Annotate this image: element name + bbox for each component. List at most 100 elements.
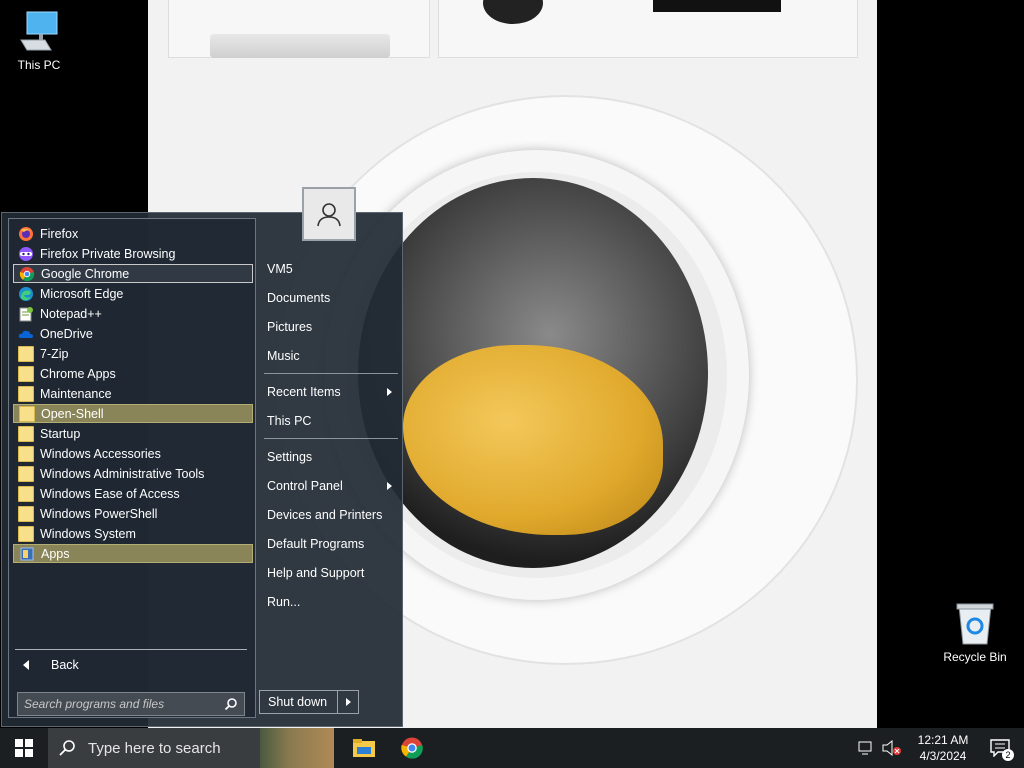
back-arrow-icon (23, 659, 29, 670)
program-notepadpp[interactable]: Notepad++ (13, 304, 253, 323)
program-label: Windows Accessories (40, 446, 161, 461)
program-label: Open-Shell (41, 406, 104, 421)
desktop-icon-label: This PC (17, 58, 61, 72)
program-7-zip[interactable]: 7-Zip (13, 344, 253, 363)
program-label: Apps (41, 546, 70, 561)
program-startup[interactable]: Startup (13, 424, 253, 443)
menu-item-default-programs[interactable]: Default Programs (264, 533, 400, 555)
desktop-icon-recycle-bin[interactable]: Recycle Bin (940, 602, 1010, 664)
chrome-icon (401, 737, 423, 759)
program-label: Maintenance (40, 386, 112, 401)
menu-item-label: Devices and Printers (267, 508, 383, 522)
program-label: Microsoft Edge (40, 286, 124, 301)
taskbar-chrome[interactable] (388, 728, 436, 768)
program-windows-system[interactable]: Windows System (13, 524, 253, 543)
notification-badge: 2 (1002, 749, 1014, 761)
firefox-private-icon (18, 246, 34, 262)
program-chrome-apps[interactable]: Chrome Apps (13, 364, 253, 383)
program-windows-ease-of-access[interactable]: Windows Ease of Access (13, 484, 253, 503)
program-google-chrome[interactable]: Google Chrome (13, 264, 253, 283)
folder-icon (19, 405, 35, 422)
submenu-arrow-icon (387, 482, 392, 490)
menu-item-music[interactable]: Music (264, 345, 400, 367)
chrome-icon (19, 266, 35, 282)
program-windows-administrative-tools[interactable]: Windows Administrative Tools (13, 464, 253, 483)
submenu-arrow-icon (387, 388, 392, 396)
taskbar-search-box[interactable]: Type here to search (48, 728, 334, 768)
menu-item-pictures[interactable]: Pictures (264, 316, 400, 338)
program-label: Startup (40, 426, 81, 441)
notification-center-button[interactable]: 2 (976, 728, 1024, 768)
folder-icon (18, 345, 34, 362)
menu-item-label: This PC (267, 414, 312, 428)
menu-item-help-and-support[interactable]: Help and Support (264, 562, 400, 584)
menu-item-label: Help and Support (267, 566, 365, 580)
system-tray: 12:21 AM 4/3/2024 2 (858, 728, 1024, 768)
firefox-icon (18, 226, 34, 242)
volume-muted-icon[interactable] (882, 740, 902, 756)
taskbar-search-text: Type here to search (88, 739, 221, 757)
folder-icon (18, 525, 34, 542)
search-icon[interactable] (224, 697, 238, 711)
menu-item-settings[interactable]: Settings (264, 446, 400, 468)
program-apps[interactable]: Apps (13, 544, 253, 563)
windows-logo-icon (15, 739, 33, 757)
program-onedrive[interactable]: OneDrive (13, 324, 253, 343)
menu-item-label: VM5 (267, 262, 293, 276)
user-avatar[interactable] (302, 187, 356, 241)
program-maintenance[interactable]: Maintenance (13, 384, 253, 403)
menu-item-label: Run... (267, 595, 301, 609)
menu-item-vm5[interactable]: VM5 (264, 258, 400, 280)
folder-icon (18, 505, 34, 522)
menu-separator (264, 438, 398, 439)
shutdown-options-button[interactable] (338, 691, 358, 713)
menu-item-label: Pictures (267, 320, 313, 334)
edge-icon (18, 286, 34, 302)
program-firefox-private-browsing[interactable]: Firefox Private Browsing (13, 244, 253, 263)
program-windows-accessories[interactable]: Windows Accessories (13, 444, 253, 463)
search-icon (59, 740, 75, 756)
taskbar: Type here to search 12:21 AM 4/3/2024 2 (0, 728, 1024, 768)
start-menu: Firefox Firefox Private Browsing Google … (1, 187, 403, 727)
start-button[interactable] (0, 728, 48, 768)
back-label: Back (51, 657, 79, 672)
program-windows-powershell[interactable]: Windows PowerShell (13, 504, 253, 523)
apps-icon (19, 546, 35, 562)
program-label: Windows Ease of Access (40, 486, 180, 501)
menu-item-documents[interactable]: Documents (264, 287, 400, 309)
menu-item-run[interactable]: Run... (264, 591, 400, 613)
program-label: OneDrive (40, 326, 93, 341)
menu-item-devices-and-printers[interactable]: Devices and Printers (264, 504, 400, 526)
search-highlight-image (260, 728, 334, 768)
desktop-icon-this-pc[interactable]: This PC (4, 10, 74, 72)
chevron-right-icon (345, 698, 351, 706)
desktop-icon-label: Recycle Bin (943, 650, 1007, 664)
program-microsoft-edge[interactable]: Microsoft Edge (13, 284, 253, 303)
back-button[interactable]: Back (15, 649, 247, 679)
program-label: Google Chrome (41, 266, 130, 281)
folder-icon (18, 385, 34, 402)
menu-item-label: Default Programs (267, 537, 365, 551)
program-label: 7-Zip (40, 346, 69, 361)
start-search-box (17, 692, 245, 716)
menu-item-control-panel[interactable]: Control Panel (264, 475, 400, 497)
start-search-input[interactable] (24, 697, 224, 711)
folder-icon (18, 485, 34, 502)
taskbar-clock[interactable]: 12:21 AM 4/3/2024 (910, 732, 976, 764)
program-label: Windows System (40, 526, 136, 541)
menu-item-recent-items[interactable]: Recent Items (264, 381, 400, 403)
program-label: Windows PowerShell (40, 506, 158, 521)
menu-item-this-pc[interactable]: This PC (264, 410, 400, 432)
program-open-shell[interactable]: Open-Shell (13, 404, 253, 423)
program-firefox[interactable]: Firefox (13, 224, 253, 243)
network-icon[interactable] (858, 741, 874, 755)
menu-item-label: Music (267, 349, 300, 363)
shutdown-button[interactable]: Shut down (260, 691, 338, 713)
program-label: Chrome Apps (40, 366, 116, 381)
program-label: Firefox (40, 226, 79, 241)
menu-item-label: Control Panel (267, 479, 343, 493)
notepadpp-icon (18, 306, 34, 322)
taskbar-file-explorer[interactable] (340, 728, 388, 768)
onedrive-icon (18, 326, 34, 342)
menu-separator (264, 373, 398, 374)
